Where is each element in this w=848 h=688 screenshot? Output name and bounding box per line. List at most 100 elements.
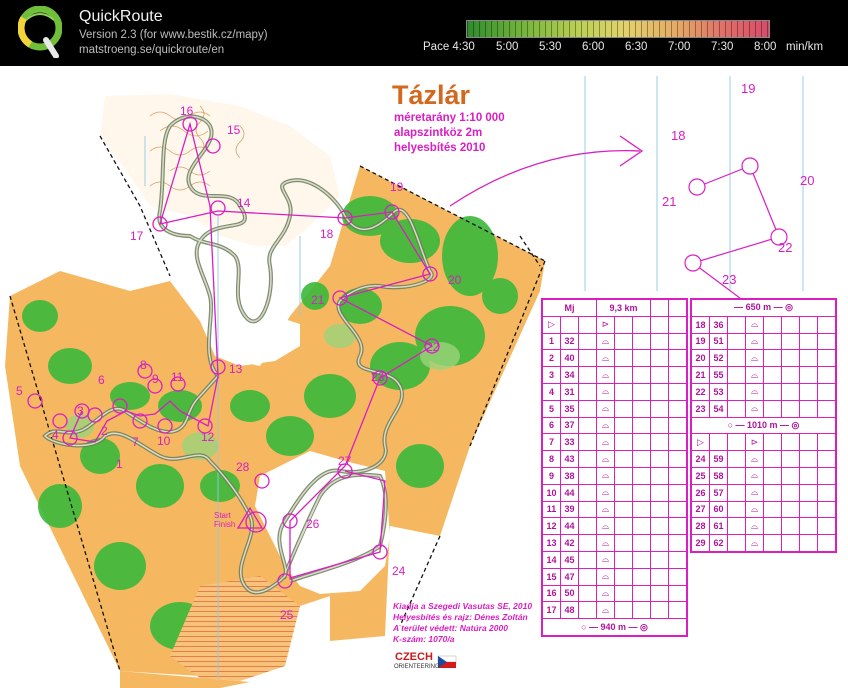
pace-color-scale (466, 20, 770, 38)
control-code: 35 (560, 399, 579, 418)
description-row: 28 61 ⌓ (691, 517, 836, 536)
feature-symbol-icon: ⌓ (596, 466, 615, 485)
control-order: 9 (542, 466, 561, 485)
description-row: 14 45 ⌓ (542, 550, 687, 569)
control-code: 51 (709, 332, 728, 351)
feature-symbol-icon: ⌓ (745, 466, 764, 485)
inset-control-number: 22 (778, 240, 793, 255)
feature-symbol-icon: ⌓ (745, 315, 764, 334)
control-code: 47 (560, 567, 579, 586)
control-number: 3 (77, 404, 84, 418)
control-number: 4 (52, 428, 59, 442)
control-order: 26 (691, 483, 710, 502)
control-code: 54 (709, 399, 728, 418)
desc-mid-distance: ○ — 1010 m — ◎ (691, 416, 836, 435)
desc-footer-distance: ○ — 940 m — ◎ (542, 618, 687, 636)
desc-header-length: 9,3 km (596, 299, 651, 317)
inset-control-number: 20 (800, 173, 815, 188)
desc-header-class: Mj (542, 299, 597, 317)
control-number: 6 (98, 373, 105, 387)
control-number: 26 (306, 517, 320, 531)
description-row: 4 31 ⌓ (542, 382, 687, 401)
control-description-right: — 650 m — ◎ 18 36 ⌓ 19 51 ⌓ 20 52 ⌓ 21 55 ⌓ 22 53 ⌓ 23 5… (690, 298, 837, 553)
start-triangle-icon: ▷ (542, 315, 561, 334)
description-row: 24 59 ⌓ (691, 450, 836, 468)
feature-symbol-icon: ⌓ (745, 500, 764, 519)
control-order: 14 (542, 550, 561, 569)
control-code: 55 (709, 366, 728, 384)
feature-symbol-icon: ⌓ (596, 517, 615, 536)
description-row: 19 51 ⌓ (691, 332, 836, 351)
control-order: 18 (691, 315, 710, 334)
start-symbol-icon: ⊳ (596, 315, 615, 334)
feature-symbol-icon: ⌓ (596, 433, 615, 452)
orienteering-map[interactable]: Tázlár méretarány 1:10 000 alapszintköz … (0, 66, 848, 688)
control-code: 61 (709, 517, 728, 536)
control-code: 52 (709, 349, 728, 368)
control-number: 19 (390, 180, 404, 194)
header-bar: QuickRoute Version 2.3 (for www.bestik.c… (0, 0, 848, 66)
description-row: 6 37 ⌓ (542, 416, 687, 435)
feature-symbol-icon: ⌓ (596, 416, 615, 435)
control-number: 9 (152, 372, 159, 386)
control-code: 44 (560, 483, 579, 502)
control-order: 29 (691, 534, 710, 552)
control-number: 21 (311, 293, 325, 307)
description-row: 18 36 ⌓ (691, 315, 836, 334)
control-order: 16 (542, 584, 561, 603)
control-number: 15 (227, 123, 241, 137)
pace-tick: 5:30 (539, 41, 562, 53)
control-number: 10 (157, 434, 171, 448)
feature-symbol-icon: ⌓ (745, 366, 764, 384)
pace-tick: 6:00 (582, 41, 605, 53)
control-number: 16 (180, 104, 194, 118)
control-code: 48 (560, 601, 579, 620)
feature-symbol-icon: ⌓ (596, 450, 615, 468)
feature-symbol-icon: ⌓ (745, 450, 764, 468)
description-row: 26 57 ⌓ (691, 483, 836, 502)
description-row: 22 53 ⌓ (691, 382, 836, 401)
control-code: 42 (560, 534, 579, 552)
description-row: 15 47 ⌓ (542, 567, 687, 586)
credit-line: Kiadja a Szegedi Vasutas SE, 2010 (393, 601, 533, 611)
description-row: 29 62 ⌓ (691, 534, 836, 552)
feature-symbol-icon: ⌓ (745, 349, 764, 368)
map-title: Tázlár (392, 80, 471, 110)
control-code: 36 (709, 315, 728, 334)
control-number: 5 (16, 384, 23, 398)
control-number: 7 (132, 435, 139, 449)
control-number: 24 (392, 564, 406, 578)
description-row: 5 35 ⌓ (542, 399, 687, 418)
control-code: 60 (709, 500, 728, 519)
description-row: 9 38 ⌓ (542, 466, 687, 485)
control-code: 57 (709, 483, 728, 502)
inset-control-number: 21 (662, 194, 677, 209)
inset-control-number: 23 (722, 272, 737, 287)
inset-control-number: 19 (741, 81, 756, 96)
control-order: 5 (542, 399, 561, 418)
control-order: 1 (542, 332, 561, 351)
pace-tick: 5:00 (496, 41, 519, 53)
control-code: 62 (709, 534, 728, 552)
control-order: 2 (542, 349, 561, 368)
control-order: 21 (691, 366, 710, 384)
control-order: 8 (542, 450, 561, 468)
control-number: 8 (140, 358, 147, 372)
map-updated: helyesbítés 2010 (394, 142, 486, 154)
description-row: 8 43 ⌓ (542, 450, 687, 468)
control-order: 7 (542, 433, 561, 452)
description-row: 2 40 ⌓ (542, 349, 687, 368)
pace-label: Pace 4:30 (423, 41, 475, 53)
feature-symbol-icon: ⌓ (596, 366, 615, 384)
description-row: 17 48 ⌓ (542, 601, 687, 620)
control-code: 43 (560, 450, 579, 468)
desc-top-distance: — 650 m — ◎ (691, 299, 836, 317)
control-order: 19 (691, 332, 710, 351)
pace-tick: 8:00 (754, 41, 777, 53)
feature-symbol-icon: ⌓ (745, 332, 764, 351)
control-code: 50 (560, 584, 579, 603)
control-number: 20 (448, 273, 462, 287)
control-code: 37 (560, 416, 579, 435)
description-row: 13 42 ⌓ (542, 534, 687, 552)
control-number: 11 (171, 370, 184, 384)
